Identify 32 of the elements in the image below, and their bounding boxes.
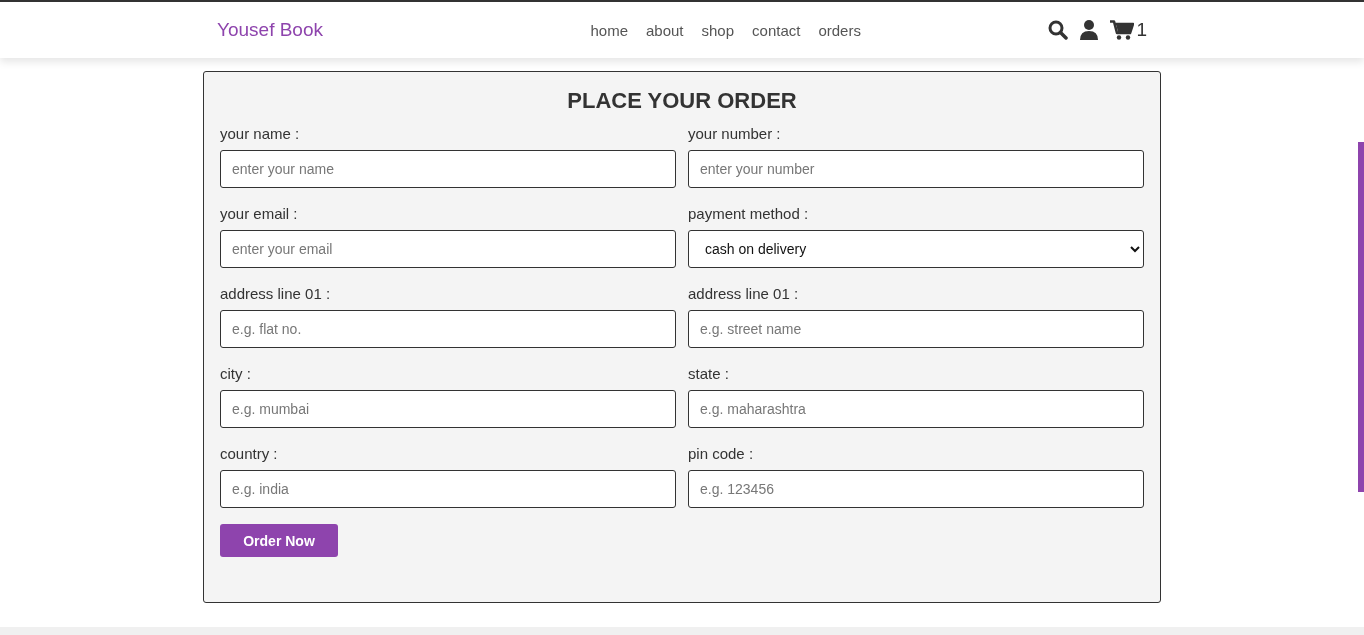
field-label: state : xyxy=(688,365,730,383)
input-field[interactable]: e.g. 123456 xyxy=(688,470,1144,508)
nav-link[interactable]: shop xyxy=(701,21,735,39)
input-field[interactable]: e.g. flat no. xyxy=(220,310,676,348)
input-field[interactable]: e.g. india xyxy=(220,470,676,508)
field-label: your name : xyxy=(220,125,301,143)
field-label: city : xyxy=(220,365,252,383)
field-label: your number : xyxy=(688,125,782,143)
field-label: pin code : xyxy=(688,445,755,463)
cart-count: 1 xyxy=(1136,19,1147,41)
field-label: address line 01 : xyxy=(688,285,800,303)
cart-icon[interactable] xyxy=(1110,20,1135,40)
nav-link[interactable]: contact xyxy=(752,21,801,39)
input-field[interactable]: enter your email xyxy=(220,230,676,268)
field-label: address line 01 : xyxy=(220,285,332,303)
nav-link[interactable]: orders xyxy=(818,21,861,39)
input-field[interactable]: e.g. street name xyxy=(688,310,1144,348)
form-title: PLACE YOUR ORDER xyxy=(566,88,798,114)
input-field[interactable]: e.g. mumbai xyxy=(220,390,676,428)
order-now-button[interactable]: Order Now xyxy=(220,524,338,557)
field-label: country : xyxy=(220,445,279,463)
input-field[interactable]: e.g. maharashtra xyxy=(688,390,1144,428)
input-field[interactable]: enter your number xyxy=(688,150,1144,188)
field-label: payment method : xyxy=(688,205,810,223)
input-field[interactable]: enter your name xyxy=(220,150,676,188)
nav-link[interactable]: about xyxy=(646,21,684,39)
search-icon[interactable] xyxy=(1048,20,1069,40)
field-label: your email : xyxy=(220,205,299,223)
payment-dropdown[interactable]: cash on delivery xyxy=(688,230,1144,268)
user-icon[interactable] xyxy=(1080,20,1099,40)
logo[interactable]: Yousef Book xyxy=(217,19,323,41)
nav-link[interactable]: home xyxy=(590,21,628,39)
